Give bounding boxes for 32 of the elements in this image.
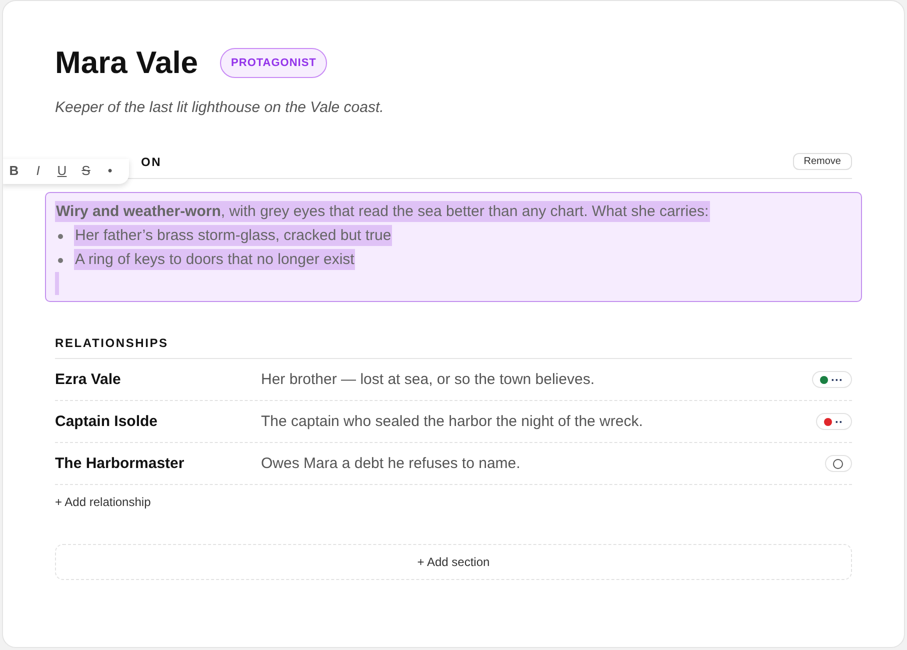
- section-heading: ON: [140, 154, 162, 168]
- relationship-note: Her brother — lost at sea, or so the town believes.: [261, 371, 596, 388]
- relationship-name: Ezra Vale: [55, 371, 122, 388]
- status-dots: ···: [831, 374, 843, 384]
- description-editor[interactable]: Wiry and weather-worn, with grey eyes that read the sea better than any chart. What she carries: Her father’s brass storm-glass, cracked but true A ring of keys to doors that no longer exist: [45, 192, 862, 302]
- bullet-text: A ring of keys to doors that no longer exist: [74, 249, 356, 270]
- status-dots: ··: [835, 416, 843, 426]
- relationship-note: The captain who sealed the harbor the night of the wreck.: [261, 413, 644, 430]
- format-button[interactable]: I: [27, 163, 49, 178]
- relationship-note: Owes Mara a debt he refuses to name.: [261, 455, 522, 472]
- bullet-icon: [58, 258, 63, 263]
- bullet-icon: [58, 234, 63, 239]
- relationship-name: The Harbormaster: [55, 455, 186, 472]
- bullet-text: Her father’s brass storm-glass, cracked but true: [74, 225, 392, 246]
- add-section-button[interactable]: + Add section: [55, 544, 852, 580]
- format-button[interactable]: B: [3, 163, 25, 178]
- add-relationship-link[interactable]: + Add relationship: [55, 495, 151, 509]
- format-button[interactable]: S: [75, 163, 97, 178]
- status-pill[interactable]: ···: [812, 371, 852, 388]
- character-name: Mara Vale: [55, 45, 198, 81]
- section-heading: RELATIONSHIPS: [55, 336, 168, 350]
- role-badge: PROTAGONIST: [220, 48, 328, 78]
- status-pill[interactable]: ··: [816, 413, 852, 430]
- description-text: Wiry and weather-worn, with grey eyes that read the sea better than any chart. What she carries:: [55, 201, 710, 222]
- relationship-name: Captain Isolde: [55, 413, 159, 430]
- empty-status-icon: [833, 458, 843, 468]
- format-button[interactable]: •: [99, 163, 121, 178]
- text-caret: [55, 272, 59, 295]
- status-pill[interactable]: [825, 455, 852, 472]
- format-button[interactable]: U: [51, 163, 73, 178]
- remove-button[interactable]: Remove: [792, 153, 852, 170]
- character-tagline: Keeper of the last lit lighthouse on the Vale coast.: [55, 99, 385, 116]
